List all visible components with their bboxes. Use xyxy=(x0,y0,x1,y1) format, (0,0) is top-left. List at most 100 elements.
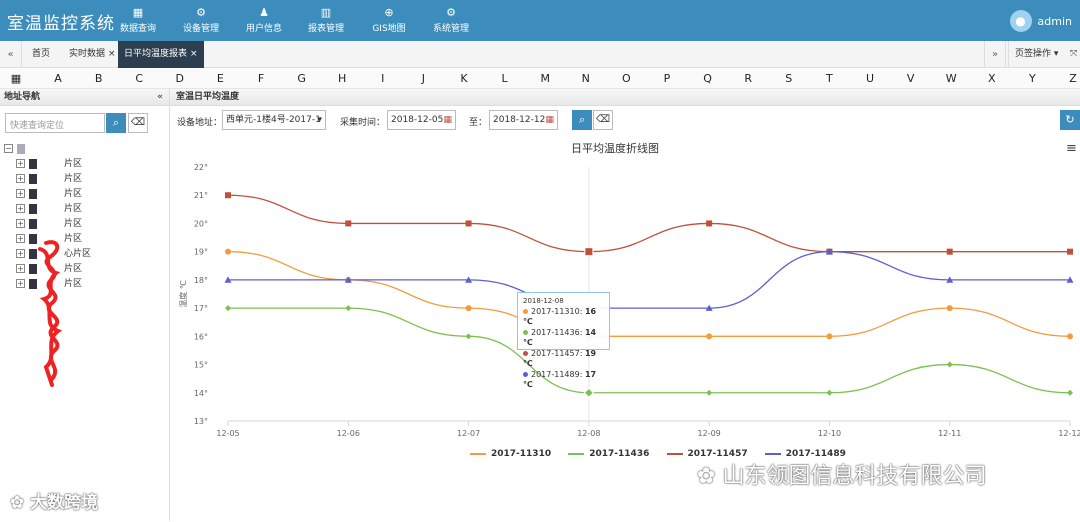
data-point xyxy=(826,389,833,396)
column-letter-g: G xyxy=(297,72,306,85)
end-date-input[interactable]: 2018-12-12 ▦ xyxy=(489,110,558,130)
column-letter-bar: ▦ A B C D E F G H I J K L M N O P Q R S T U V W X Y Z xyxy=(0,69,1080,89)
caret-down-icon: ▾ xyxy=(1053,49,1059,59)
y-tick-label: 17° xyxy=(194,304,208,313)
search-button[interactable]: ⌕ xyxy=(106,113,126,133)
y-tick-label: 14° xyxy=(194,389,208,398)
wechat-icon: ✿ xyxy=(10,493,31,513)
nav-report-management[interactable]: ▥ 报表管理 xyxy=(291,6,361,34)
tree-node-label: 片区 xyxy=(64,174,83,184)
redaction-scribble xyxy=(38,240,63,387)
column-letter-w: W xyxy=(945,72,957,85)
legend-marker xyxy=(666,452,683,455)
nav-label: 数据查询 xyxy=(119,24,156,34)
collapse-node-icon[interactable]: − xyxy=(4,144,13,153)
column-letter-c: C xyxy=(135,72,144,85)
location-search-input[interactable]: 快速查询定位 xyxy=(5,113,105,133)
y-tick-label: 22° xyxy=(194,163,208,172)
tooltip-row: 2017-11310: 16 ℃ xyxy=(523,306,597,326)
column-letter-a: A xyxy=(54,72,62,85)
scroll-tabs-left-icon[interactable]: « xyxy=(0,41,22,68)
fullscreen-icon[interactable]: ⤧ xyxy=(1064,41,1080,68)
clear-button[interactable]: ⌫ xyxy=(593,110,613,130)
legend-item[interactable]: 2017-11310 xyxy=(470,449,551,459)
y-axis-label: 温度 ℃ xyxy=(178,280,188,308)
close-icon[interactable]: × xyxy=(190,49,198,59)
sidebar-title: 地址导航 xyxy=(4,92,41,102)
calendar-icon[interactable]: ▦ xyxy=(443,111,452,129)
device-address-value: 西单元-1楼4号-2017-1 xyxy=(226,115,321,125)
x-tick-label: 12-11 xyxy=(938,429,961,438)
nav-label: 设备管理 xyxy=(182,24,219,34)
collapse-icon[interactable]: « xyxy=(157,89,163,106)
tree-node-label: 片区 xyxy=(64,219,83,229)
column-letter-u: U xyxy=(865,72,875,85)
data-point xyxy=(345,220,352,227)
nav-data-query[interactable]: ▦ 数据查询 xyxy=(103,6,173,34)
nav-device-management[interactable]: ⚙ 设备管理 xyxy=(166,6,236,34)
y-tick-label: 19° xyxy=(194,248,208,257)
chart-menu-icon[interactable]: ≡ xyxy=(1066,141,1077,156)
tab-label: 首页 xyxy=(32,49,51,59)
user-menu[interactable]: ● admin xyxy=(1009,10,1072,32)
expand-node-icon[interactable]: + xyxy=(16,264,25,273)
column-letter-z: Z xyxy=(1069,72,1077,85)
expand-node-icon[interactable]: + xyxy=(16,219,25,228)
nav-user-info[interactable]: ♟ 用户信息 xyxy=(229,6,299,34)
tree-node[interactable]: + 片区 xyxy=(16,157,82,172)
start-date-input[interactable]: 2018-12-05 ▦ xyxy=(387,110,456,130)
close-icon[interactable]: × xyxy=(108,49,116,59)
x-tick-label: 12-07 xyxy=(457,429,480,438)
tab-label: 日平均温度报表 xyxy=(124,49,188,59)
page-ops-label: 页签操作 xyxy=(1015,49,1052,59)
nav-system-management[interactable]: ⚙ 系统管理 xyxy=(416,6,486,34)
expand-node-icon[interactable]: + xyxy=(16,174,25,183)
column-letter-k: K xyxy=(460,72,468,85)
tab-home[interactable]: 首页 xyxy=(26,41,56,68)
expand-node-icon[interactable]: + xyxy=(16,204,25,213)
tab-realtime-data[interactable]: 实时数据 × xyxy=(63,41,122,68)
tooltip-row: 2017-11489: 17 ℃ xyxy=(523,369,597,389)
data-point xyxy=(345,305,352,312)
chart-tooltip: 2018-12-08 2017-11310: 16 ℃ 2017-11436: … xyxy=(517,292,610,389)
search-button[interactable]: ⌕ xyxy=(572,110,592,130)
tree-node[interactable]: + 片区 xyxy=(16,202,82,217)
avatar: ● xyxy=(1009,10,1032,32)
expand-node-icon[interactable]: + xyxy=(16,249,25,258)
y-tick-label: 15° xyxy=(194,361,208,370)
device-address-select[interactable]: 西单元-1楼4号-2017-1 ▾ xyxy=(222,110,326,130)
grid-icon: ▦ xyxy=(132,6,144,19)
tab-daily-avg-temp-report[interactable]: 日平均温度报表 × xyxy=(118,41,204,68)
refresh-button[interactable]: ↻ xyxy=(1060,110,1080,130)
tab-label: 实时数据 xyxy=(69,49,106,59)
data-point xyxy=(706,220,713,227)
expand-node-icon[interactable]: + xyxy=(16,234,25,243)
data-point xyxy=(946,305,953,312)
tree-root[interactable]: − xyxy=(4,142,28,157)
column-letter-t: T xyxy=(826,72,833,85)
tooltip-date: 2018-12-08 xyxy=(523,297,564,305)
bar-chart-icon: ▥ xyxy=(320,6,332,19)
nav-gis-map[interactable]: ⊕ GIS地图 xyxy=(354,6,424,34)
gears-icon: ⚙ xyxy=(196,6,206,19)
clear-button[interactable]: ⌫ xyxy=(128,113,148,133)
calendar-icon[interactable]: ▦ xyxy=(545,111,554,129)
tree-node[interactable]: + 片区 xyxy=(16,187,82,202)
column-letter-s: S xyxy=(785,72,793,85)
panel-title: 室温日平均温度 xyxy=(170,89,1080,106)
legend-item[interactable]: 2017-11436 xyxy=(568,449,649,459)
expand-node-icon[interactable]: + xyxy=(16,159,25,168)
expand-node-icon[interactable]: + xyxy=(16,279,25,288)
page-operations-dropdown[interactable]: 页签操作 ▾ xyxy=(1008,41,1064,68)
building-icon xyxy=(29,158,37,169)
scroll-tabs-right-icon[interactable]: » xyxy=(984,41,1006,68)
tree-node[interactable]: + 片区 xyxy=(16,172,82,187)
data-point xyxy=(225,248,231,255)
tooltip-series: 2017-11457 xyxy=(531,348,580,358)
data-point xyxy=(706,333,713,340)
expand-node-icon[interactable]: + xyxy=(16,189,25,198)
user-icon: ♟ xyxy=(259,6,269,19)
collection-time-label: 采集时间： xyxy=(340,118,386,128)
tree-node-label: 片区 xyxy=(64,189,83,199)
tree-node[interactable]: + 片区 xyxy=(16,217,82,232)
